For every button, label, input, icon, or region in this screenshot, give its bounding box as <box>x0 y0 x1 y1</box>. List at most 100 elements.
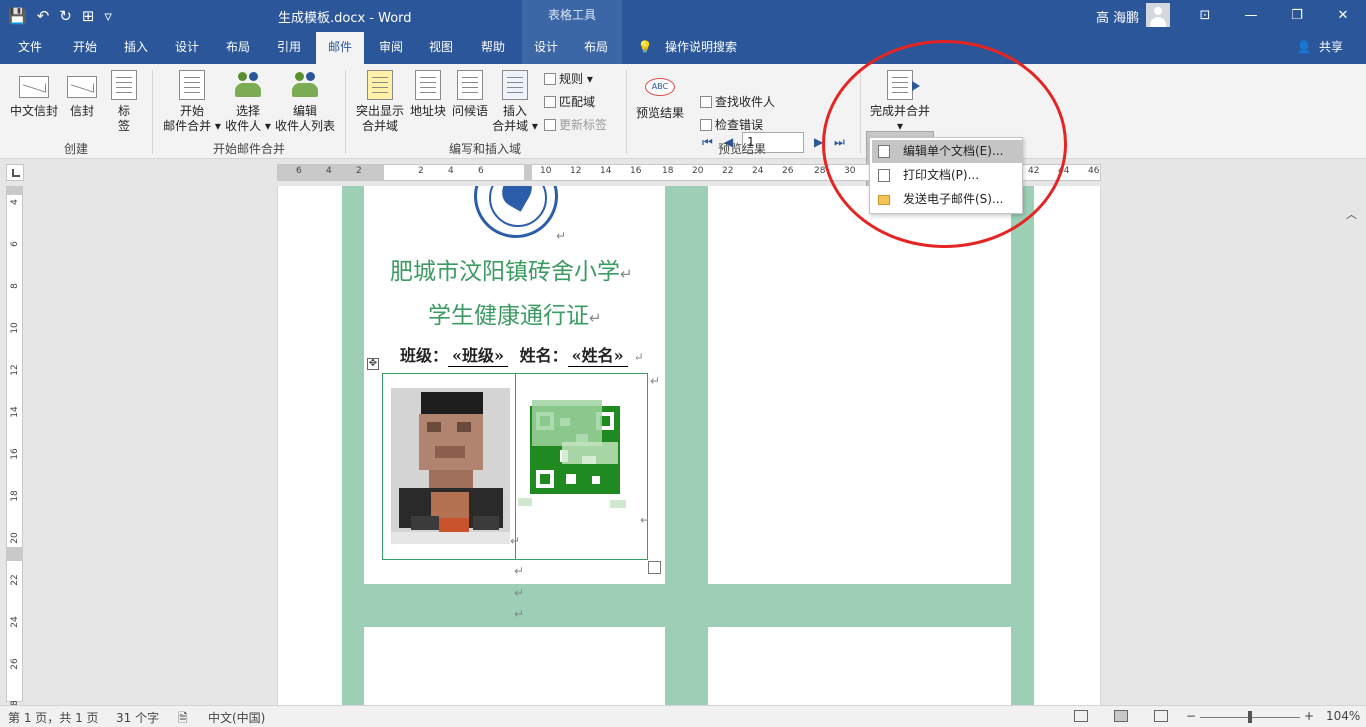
proofing-icon[interactable]: 🗎 <box>178 709 188 727</box>
ruler-tick-label: 12 <box>570 166 582 176</box>
table-resize-handle[interactable] <box>648 561 661 574</box>
tab-references[interactable]: 引用 <box>266 32 312 64</box>
tab-insert[interactable]: 插入 <box>114 32 158 64</box>
zoom-out-button[interactable]: − <box>1186 709 1196 723</box>
zoom-level[interactable]: 104% <box>1326 709 1360 723</box>
title-bar: 💾 ↶ ↻ ⊞ ▿ 表格工具 生成模板.docx - Word 高 海鹏 ⊡ —… <box>0 0 1366 32</box>
rules-button[interactable]: 规则 ▾ <box>544 70 593 88</box>
finish-and-merge-button[interactable]: 完成并合并 ▾ <box>866 70 934 134</box>
page-count[interactable]: 第 1 页，共 1 页 <box>8 709 99 726</box>
minimize-icon[interactable]: — <box>1236 4 1266 28</box>
tab-review[interactable]: 审阅 <box>368 32 414 64</box>
tab-mailings[interactable]: 邮件 <box>316 32 364 64</box>
ruler-tick-label: 22 <box>722 166 734 176</box>
vertical-ruler[interactable]: 46810121416182022242628 <box>6 186 23 712</box>
tab-file[interactable]: 文件 <box>8 32 52 64</box>
highlight-merge-fields-button[interactable]: 突出显示 合并域 <box>352 70 408 134</box>
document-page[interactable]: ↵ 肥城市汶阳镇砖舍小学↵ 学生健康通行证↵ 班级： «班级» 姓名： «姓名» ↵ … <box>277 186 1101 706</box>
student-photo[interactable] <box>391 388 510 544</box>
finish-merge-icon <box>887 70 920 100</box>
preview-results-button[interactable]: ABC 预览结果 <box>632 70 688 121</box>
ruler-tick-label: 24 <box>752 166 764 176</box>
lightbulb-icon[interactable]: 💡 <box>634 32 656 64</box>
customize-icon[interactable]: ⊞ <box>82 4 95 28</box>
match-fields-button[interactable]: 匹配域 <box>544 93 595 111</box>
ruler-tick-label: 24 <box>10 616 20 628</box>
chinese-envelopes-button[interactable]: 中文信封 <box>8 70 60 119</box>
language-status[interactable]: 中文(中国) <box>208 709 265 726</box>
avatar[interactable] <box>1146 3 1170 27</box>
tab-home[interactable]: 开始 <box>62 32 108 64</box>
envelopes-button[interactable]: 信封 <box>64 70 100 119</box>
document-title: 生成模板.docx - Word <box>278 11 412 26</box>
share-icon[interactable]: 👤 <box>1294 32 1314 64</box>
labels-icon <box>111 70 137 100</box>
zoom-slider-knob[interactable] <box>1248 711 1252 723</box>
zoom-in-button[interactable]: + <box>1304 709 1314 723</box>
preview-abc-icon: ABC <box>645 78 675 96</box>
table-move-handle[interactable]: ✥ <box>367 358 379 370</box>
undo-icon[interactable]: ↶ <box>37 4 50 28</box>
share-button[interactable]: 共享 <box>1314 32 1348 64</box>
check-errors-button[interactable]: 检查错误 <box>700 116 763 134</box>
ruler-column-marker[interactable] <box>524 165 532 180</box>
ribbon-display-options-icon[interactable]: ⊡ <box>1190 4 1220 28</box>
edit-individual-documents-item[interactable]: 编辑单个文档(E)... <box>872 140 1022 163</box>
send-email-item[interactable]: 发送电子邮件(S)... <box>872 188 1022 211</box>
email-icon <box>878 195 890 205</box>
ruler-tick-label: 28 <box>814 166 826 176</box>
pass-title: 学生健康通行证↵ <box>428 303 602 329</box>
student-fields-line: 班级： «班级» 姓名： «姓名» ↵ <box>400 342 644 367</box>
qat-more-icon[interactable]: ▿ <box>104 4 112 28</box>
edit-recipients-icon <box>292 70 318 100</box>
label-cell-3[interactable] <box>364 627 665 706</box>
collapse-ribbon-icon[interactable]: ︿ <box>1346 206 1357 222</box>
ruler-tick-label: 46 <box>1088 166 1100 176</box>
close-icon[interactable]: ✕ <box>1328 4 1358 28</box>
ruler-tick-label: 20 <box>10 532 20 544</box>
tab-table-design[interactable]: 设计 <box>524 32 568 64</box>
paragraph-mark: ↵ <box>514 564 525 578</box>
find-recipient-button[interactable]: 查找收件人 <box>700 93 775 111</box>
insert-field-icon <box>502 70 528 100</box>
tab-layout[interactable]: 布局 <box>216 32 260 64</box>
user-name[interactable]: 高 海鹏 <box>1096 7 1139 26</box>
ruler-tick-label: 4 <box>10 199 20 205</box>
tab-help[interactable]: 帮助 <box>470 32 516 64</box>
check-errors-icon <box>700 119 712 131</box>
print-layout-icon[interactable] <box>1114 710 1128 722</box>
tab-design[interactable]: 设计 <box>164 32 210 64</box>
select-recipients-button[interactable]: 选择 收件人 ▾ <box>220 70 276 134</box>
label-cell-4[interactable] <box>708 627 1011 706</box>
redo-icon[interactable]: ↻ <box>59 4 72 28</box>
read-mode-icon[interactable] <box>1074 710 1088 722</box>
insert-merge-field-button[interactable]: 插入 合并域 ▾ <box>490 70 540 134</box>
tell-me-search[interactable]: 操作说明搜索 <box>660 32 742 64</box>
tab-table-layout[interactable]: 布局 <box>574 32 618 64</box>
edit-recipient-list-button[interactable]: 编辑 收件人列表 <box>272 70 338 134</box>
tab-view[interactable]: 视图 <box>418 32 464 64</box>
word-window: 💾 ↶ ↻ ⊞ ▿ 表格工具 生成模板.docx - Word 高 海鹏 ⊡ —… <box>0 0 1366 727</box>
word-count[interactable]: 31 个字 <box>116 709 159 726</box>
recipients-icon <box>235 70 261 100</box>
qr-code-image[interactable] <box>516 394 630 529</box>
group-preview-label: 预览结果 <box>717 142 766 156</box>
label-cell-2[interactable] <box>708 186 1011 584</box>
address-block-button[interactable]: 地址块 <box>408 70 448 119</box>
ruler-top-margin <box>7 187 22 195</box>
greeting-line-button[interactable]: 问候语 <box>450 70 490 119</box>
update-labels-button[interactable]: 更新标签 <box>544 116 607 134</box>
maximize-icon[interactable]: ❐ <box>1282 4 1312 28</box>
class-merge-field[interactable]: «班级» <box>448 342 509 367</box>
ruler-tick-label: 4 <box>448 166 454 176</box>
find-recipient-icon <box>700 96 712 108</box>
save-icon[interactable]: 💾 <box>8 4 27 28</box>
web-layout-icon[interactable] <box>1154 710 1168 722</box>
labels-button[interactable]: 标签 <box>106 70 142 134</box>
name-merge-field[interactable]: «姓名» <box>567 342 628 367</box>
address-block-icon <box>415 70 441 100</box>
ruler-tick-label: 26 <box>10 658 20 670</box>
print-documents-item[interactable]: 打印文档(P)... <box>872 164 1022 187</box>
start-mail-merge-button[interactable]: 开始 邮件合并 ▾ <box>160 70 224 134</box>
tab-selector[interactable] <box>6 164 24 181</box>
